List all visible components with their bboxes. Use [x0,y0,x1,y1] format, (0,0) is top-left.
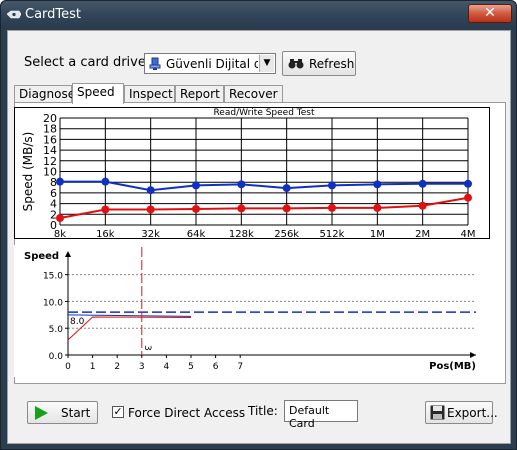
read-speed-point [101,177,110,186]
export-button[interactable]: Export... [425,401,498,424]
title-label: Title: [248,404,278,418]
read-speed-point [328,181,336,190]
x-tick-label: 4M [461,229,476,239]
chart-title: Read/Write Speed Test [213,108,315,118]
app-window: CardTest ✕ Select a card drive: Güvenli … [0,0,517,450]
tab-speed[interactable]: Speed [72,83,124,104]
chart-background [14,245,480,377]
drive-select-value: Güvenli Dijital dep [166,57,258,71]
floppy-disk-icon [430,405,445,420]
read-speed-point [146,186,155,195]
force-direct-checkbox[interactable]: ✓ [112,406,124,418]
write-speed-point [282,204,291,213]
force-direct-label: Force Direct Access [128,406,246,420]
chevron-down-icon[interactable]: ▼ [259,55,274,72]
y-tick-label: 20 [43,112,57,125]
write-speed-point [101,205,110,214]
y-axis-label: Speed (MB/s) [21,132,35,212]
tab-label: Inspect [129,87,173,101]
write-speed-point [418,201,427,210]
refresh-button-label: Refresh [309,57,355,71]
x-tick-label: 128k [229,229,254,239]
tab-diagnose[interactable]: Diagnose [14,85,76,103]
y-axis-label: Speed [24,251,59,262]
read-speed-point [192,181,200,190]
average-speed-label: 8.0 [70,317,85,327]
client-area: Select a card drive: Güvenli Dijital dep… [7,30,511,444]
start-button[interactable]: Start [27,401,98,424]
tab-report[interactable]: Report [175,85,224,103]
binoculars-icon [288,59,304,69]
x-tick-label: 5 [188,362,194,372]
read-speed-point [373,180,382,189]
play-icon [35,406,48,420]
refresh-button[interactable]: Refresh [282,51,356,76]
read-speed-point [282,184,291,193]
x-tick-label: 32k [141,229,160,239]
write-speed-point [373,203,382,212]
position-speed-chart: Speed Pos(MB) 0.0 5.0 10.0 15.0 0 1 2 3 4 5 6 7 8.0 3 [14,245,480,377]
x-tick-label: 256k [274,229,299,239]
tab-label: Report [180,87,220,101]
x-tick-label: 2M [415,229,430,239]
x-axis-label: Pos(MB) [429,361,476,372]
tab-recover[interactable]: Recover [224,85,283,103]
write-speed-point [146,205,155,214]
x-tick-label: 4 [164,362,170,372]
x-tick-label: 1 [90,362,96,372]
tab-inspect[interactable]: Inspect [124,85,175,103]
x-tick-label: 1M [370,229,385,239]
x-tick-label: 16k [96,229,115,239]
x-tick-label: 64k [187,229,206,239]
read-speed-point [237,180,246,189]
read-speed-point [56,177,64,186]
x-tick-label: 3 [139,362,145,372]
write-speed-point [192,204,200,213]
read-speed-point [464,179,472,188]
y-tick-label: 5.0 [49,325,64,335]
x-tick-label: 512k [320,229,345,239]
write-speed-point [237,204,246,213]
x-tick-label: 7 [237,362,243,372]
y-tick-label: 15.0 [43,272,63,282]
title-input[interactable]: Default Card [284,400,358,430]
card-icon [7,10,21,19]
checkmark-icon: ✓ [113,405,123,418]
export-button-label: Export... [447,406,498,420]
y-tick-label: 10.0 [43,298,63,308]
chart-frame [14,107,490,239]
drive-select[interactable]: Güvenli Dijital dep ▼ [144,53,276,74]
close-button[interactable]: ✕ [468,4,512,23]
x-tick-label: 6 [213,362,219,372]
tab-label: Recover [229,87,278,101]
x-tick-label: 0 [65,362,71,372]
drive-select-label: Select a card drive: [24,55,151,70]
x-tick-label: 2 [114,362,120,372]
write-speed-point [56,214,64,223]
write-speed-point [328,203,336,212]
position-marker-label: 3 [142,345,152,351]
y-tick-label: 0.0 [49,352,64,362]
close-icon: ✕ [484,5,496,21]
title-bar[interactable]: CardTest ✕ [1,1,516,29]
write-speed-point [464,193,472,202]
tab-label: Speed [77,85,115,99]
x-tick-label: 8k [54,229,66,239]
start-button-label: Start [61,406,91,420]
window-title: CardTest [25,7,82,22]
read-speed-point [418,179,427,188]
usb-drive-icon [149,57,161,70]
read-write-speed-chart: Read/Write Speed TestSpeed (MB/s)0246810… [14,107,490,239]
tab-label: Diagnose [19,87,76,101]
